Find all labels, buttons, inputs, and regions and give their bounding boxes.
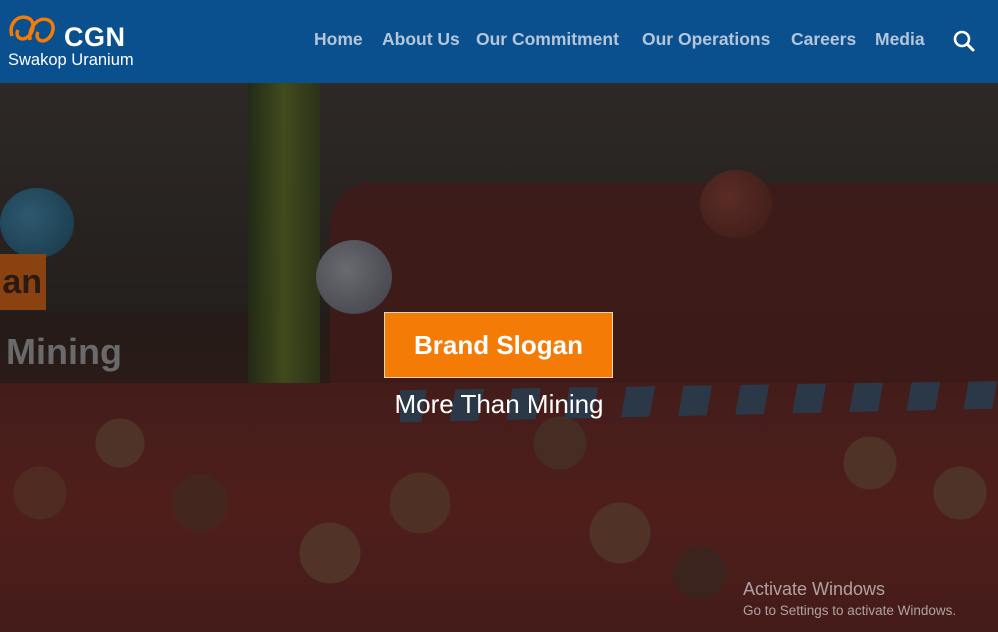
logo-brand: CGN xyxy=(64,22,126,52)
logo[interactable]: CGN Swakop Uranium xyxy=(6,10,156,72)
activate-windows-subtitle: Go to Settings to activate Windows. xyxy=(743,603,957,618)
search-icon[interactable] xyxy=(952,29,976,53)
previous-slide-text: Mining xyxy=(6,331,122,372)
logo-subtitle: Swakop Uranium xyxy=(8,51,134,69)
nav-media[interactable]: Media xyxy=(875,29,925,50)
nav-our-commitment[interactable]: Our Commitment xyxy=(476,29,619,50)
nav-careers[interactable]: Careers xyxy=(791,29,856,50)
activate-windows-title: Activate Windows xyxy=(743,579,886,599)
brand-slogan-box: Brand Slogan xyxy=(384,312,613,378)
site-header: CGN Swakop Uranium Home About Us Our Com… xyxy=(0,0,998,83)
brand-slogan-subtitle: More Than Mining xyxy=(394,389,604,419)
nav-about-us[interactable]: About Us xyxy=(382,29,460,50)
hero-banner: an Mining Brand Slogan More Than Mining … xyxy=(0,83,998,632)
nav-home[interactable]: Home xyxy=(314,29,363,50)
nav-our-operations[interactable]: Our Operations xyxy=(642,29,770,50)
previous-slide-tag: an xyxy=(0,254,46,310)
cgn-logo-icon xyxy=(9,15,55,43)
